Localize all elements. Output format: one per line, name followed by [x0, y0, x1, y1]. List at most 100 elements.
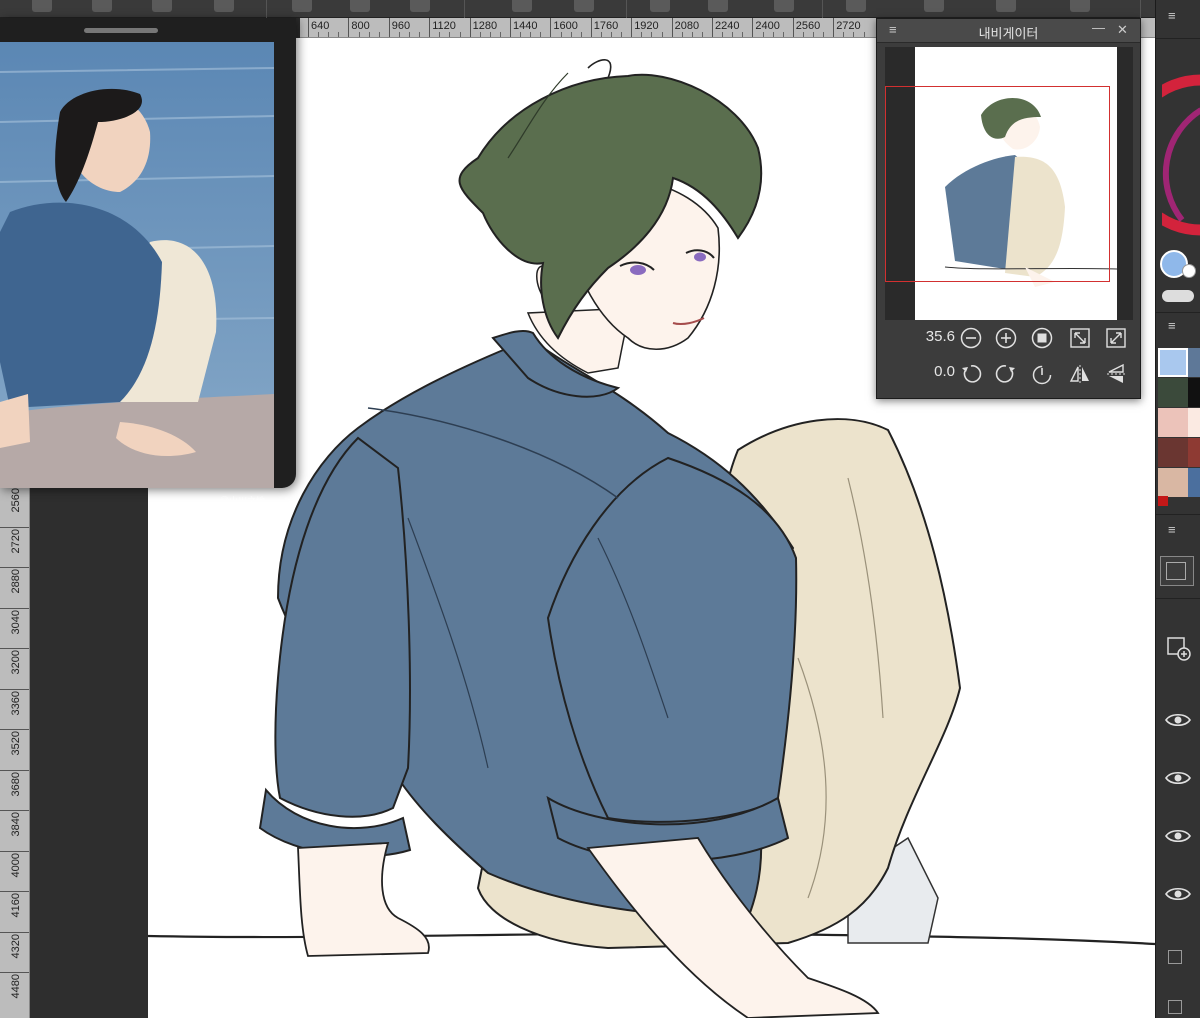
toolbar-brush-button[interactable] [1070, 0, 1090, 12]
color-swatch[interactable] [1188, 348, 1200, 377]
toolbar-device-button[interactable] [924, 0, 944, 12]
ruler-minor-tick [479, 32, 481, 37]
ruler-minor-tick [863, 32, 865, 37]
ruler-tick: 2240 [712, 18, 739, 37]
right-dock: ≡ ≡ ≡ [1155, 0, 1200, 1018]
ruler-tick: 2720 [833, 18, 861, 37]
ruler-tick: 1120 [429, 18, 456, 37]
toolbar-menu-button[interactable] [32, 0, 52, 12]
ruler-tick-label: 1760 [593, 20, 619, 32]
transparent-color-toggle[interactable] [1162, 290, 1194, 302]
toolbar-loading-button[interactable] [650, 0, 670, 12]
ruler-tick-label: 2560 [10, 488, 22, 513]
flip-horizontal-icon[interactable] [1069, 363, 1091, 385]
navigator-preview[interactable] [885, 47, 1133, 320]
toolbar-layer-button[interactable] [410, 0, 430, 12]
color-swatch[interactable] [1158, 348, 1188, 377]
zoom-value[interactable]: 35.6 [915, 328, 955, 345]
layer-checkbox[interactable] [1168, 1000, 1182, 1014]
sub-color-swatch[interactable] [1182, 264, 1196, 278]
ruler-minor-tick [621, 32, 623, 37]
toolbar-folder-button[interactable] [350, 0, 370, 12]
ruler-tick: 4480 [0, 972, 29, 998]
rotate-right-icon[interactable] [995, 363, 1017, 385]
toolbar-save-button[interactable] [214, 0, 234, 12]
reference-window[interactable]: ◎山川之地 [0, 18, 296, 506]
dock-divider [1156, 312, 1200, 313]
ruler-minor-tick [853, 32, 855, 37]
hamburger-icon[interactable]: ≡ [1168, 318, 1176, 333]
ruler-minor-tick [398, 32, 400, 37]
navigator-header[interactable]: ≡ 내비게이터 — ✕ [877, 19, 1140, 43]
ruler-tick: 1440 [510, 18, 537, 37]
ruler-tick-label: 4320 [10, 933, 22, 958]
toolbar-chat-button[interactable] [996, 0, 1016, 12]
add-layer-icon[interactable] [1166, 636, 1192, 662]
toolbar-divider [822, 0, 823, 18]
reference-window-drag-handle[interactable] [84, 28, 158, 33]
rotation-value[interactable]: 0.0 [915, 363, 955, 380]
eye-icon[interactable] [1164, 770, 1192, 786]
toolbar-divider [464, 0, 465, 18]
layer-checkbox[interactable] [1168, 950, 1182, 964]
toolbar-open-button[interactable] [152, 0, 172, 12]
hamburger-icon[interactable]: ≡ [1168, 522, 1176, 537]
stop-square-icon[interactable] [1031, 327, 1053, 349]
close-icon[interactable]: ✕ [1117, 22, 1128, 38]
fit-window-icon[interactable] [1105, 327, 1127, 349]
color-swatch[interactable] [1188, 438, 1200, 467]
color-swatch[interactable] [1188, 378, 1200, 407]
toolbar-add-button[interactable] [292, 0, 312, 12]
ruler-tick-label: 1600 [553, 20, 578, 32]
toolbar-move-button[interactable] [846, 0, 866, 12]
dock-divider [1156, 38, 1200, 39]
ruler-tick-label: 1120 [432, 20, 456, 32]
navigator-panel[interactable]: ≡ 내비게이터 — ✕ 35.6 0.0 [876, 18, 1141, 399]
ruler-minor-tick [520, 32, 522, 37]
fit-screen-icon[interactable] [1069, 327, 1091, 349]
color-swatch[interactable] [1188, 408, 1200, 437]
ruler-tick-label: 3040 [10, 609, 22, 634]
color-swatch[interactable] [1158, 378, 1188, 407]
color-swatch[interactable] [1158, 438, 1188, 467]
ruler-tick: 4320 [0, 931, 29, 958]
ruler-tick: 1600 [550, 18, 578, 37]
toolbar-new-button[interactable] [92, 0, 112, 12]
ruler-tick-label: 1280 [472, 20, 498, 32]
zoom-out-icon[interactable] [960, 327, 982, 349]
ruler-minor-tick [489, 32, 491, 37]
ruler-minor-tick [540, 32, 542, 37]
hamburger-icon[interactable]: ≡ [1168, 8, 1176, 23]
color-swatch[interactable] [1158, 408, 1188, 437]
toolbar-divider [266, 0, 267, 18]
ruler-tick: 3200 [0, 648, 29, 674]
ruler-tick-label: 3360 [10, 690, 22, 715]
navigator-view-frame[interactable] [885, 86, 1110, 282]
ruler-minor-tick [701, 32, 703, 37]
ruler-tick-label: 2720 [10, 528, 22, 553]
toolbar-undo-button[interactable] [512, 0, 532, 12]
color-wheel[interactable] [1162, 70, 1200, 240]
ruler-tick-label: 3840 [10, 812, 22, 837]
toolbar-divider [626, 0, 627, 18]
minimize-icon[interactable]: — [1092, 20, 1105, 35]
eye-icon[interactable] [1164, 886, 1192, 902]
eye-icon[interactable] [1164, 712, 1192, 728]
eye-icon[interactable] [1164, 828, 1192, 844]
zoom-in-icon[interactable] [995, 327, 1017, 349]
ruler-tick: 1920 [631, 18, 659, 37]
selected-color-indicator [1158, 496, 1168, 506]
toolbar-redo-button[interactable] [574, 0, 594, 12]
color-swatch[interactable] [1188, 468, 1200, 497]
toolbar-fill-button[interactable] [708, 0, 728, 12]
ruler-tick-label: 2080 [674, 20, 700, 32]
flip-vertical-icon[interactable] [1105, 363, 1127, 385]
ruler-tick: 3520 [0, 729, 29, 755]
reset-rotation-icon[interactable] [1031, 363, 1053, 385]
ruler-minor-tick [570, 32, 572, 37]
toolbar-transform-button[interactable] [774, 0, 794, 12]
ruler-tick: 800 [348, 18, 370, 37]
rotate-left-icon[interactable] [960, 363, 982, 385]
vertical-ruler: 2560 2720 2880 3040 3200 3360 3520 3680 3840 4000… [0, 488, 30, 1018]
color-swatch[interactable] [1158, 468, 1188, 497]
